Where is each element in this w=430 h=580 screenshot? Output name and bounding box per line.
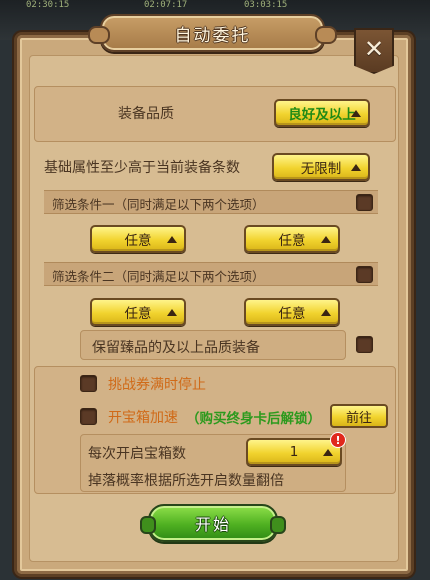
dropdown-arrow-icon (351, 110, 361, 117)
filter2-option-a-dropdown[interactable]: 任意 (90, 298, 186, 326)
dropdown-arrow-icon (167, 309, 177, 316)
filter2-option-a-value: 任意 (124, 306, 152, 322)
alert-badge-icon: ! (330, 432, 346, 448)
stop-when-full-checkbox[interactable] (80, 375, 97, 392)
keep-premium-label: 保留臻品的及以上品质装备 (92, 340, 260, 356)
base-attribute-label: 基础属性至少高于当前装备条数 (44, 160, 240, 176)
filter1-option-a-value: 任意 (124, 233, 152, 249)
equipment-quality-dropdown[interactable]: 良好及以上 (274, 99, 370, 127)
keep-premium-checkbox[interactable] (356, 336, 373, 353)
filter2-option-b-dropdown[interactable]: 任意 (244, 298, 340, 326)
filter1-option-a-dropdown[interactable]: 任意 (90, 225, 186, 253)
chest-speed-label: 开宝箱加速 (108, 410, 178, 426)
start-button-label: 开始 (194, 515, 231, 534)
filter2-option-b-value: 任意 (278, 306, 306, 322)
background-timestamp: 02:07:17 (144, 0, 188, 10)
drop-rate-note: 掉落概率根据所选开启数量翻倍 (88, 473, 284, 489)
filter2-label: 筛选条件二（同时满足以下两个选项） (52, 269, 265, 284)
dropdown-arrow-icon (321, 236, 331, 243)
chests-per-open-value: 1 (289, 444, 299, 460)
unlock-hint-text: （购买终身卡后解锁） (186, 411, 321, 427)
filter1-label: 筛选条件一（同时满足以下两个选项） (52, 197, 265, 212)
dropdown-arrow-icon (167, 236, 177, 243)
base-attribute-dropdown[interactable]: 无限制 (272, 153, 370, 181)
filter1-checkbox[interactable] (356, 194, 373, 211)
goto-button[interactable]: 前往 (330, 404, 388, 428)
close-icon: ✕ (363, 35, 385, 63)
filter1-option-b-value: 任意 (278, 233, 306, 249)
close-button[interactable]: ✕ (354, 28, 394, 74)
dialog-title-banner: 自动委托 (88, 14, 337, 52)
filter2-checkbox[interactable] (356, 266, 373, 283)
base-attribute-value: 无限制 (300, 161, 342, 177)
chests-per-open-dropdown[interactable]: 1 (246, 438, 342, 466)
filter1-option-b-dropdown[interactable]: 任意 (244, 225, 340, 253)
equipment-quality-value: 良好及以上 (288, 107, 356, 123)
stop-when-full-label: 挑战券满时停止 (108, 377, 206, 393)
equipment-quality-label: 装备品质 (118, 106, 174, 122)
dropdown-arrow-icon (321, 309, 331, 316)
chest-speed-checkbox[interactable] (80, 408, 97, 425)
dropdown-arrow-icon (323, 449, 333, 456)
background-timestamp: 02:30:15 (26, 0, 70, 10)
background-timestamp: 03:03:15 (244, 0, 288, 10)
chests-per-open-label: 每次开启宝箱数 (88, 446, 186, 462)
dropdown-arrow-icon (351, 164, 361, 171)
goto-button-label: 前往 (345, 410, 372, 426)
start-button[interactable]: 开始 (140, 504, 286, 542)
dialog-title: 自动委托 (174, 25, 251, 46)
